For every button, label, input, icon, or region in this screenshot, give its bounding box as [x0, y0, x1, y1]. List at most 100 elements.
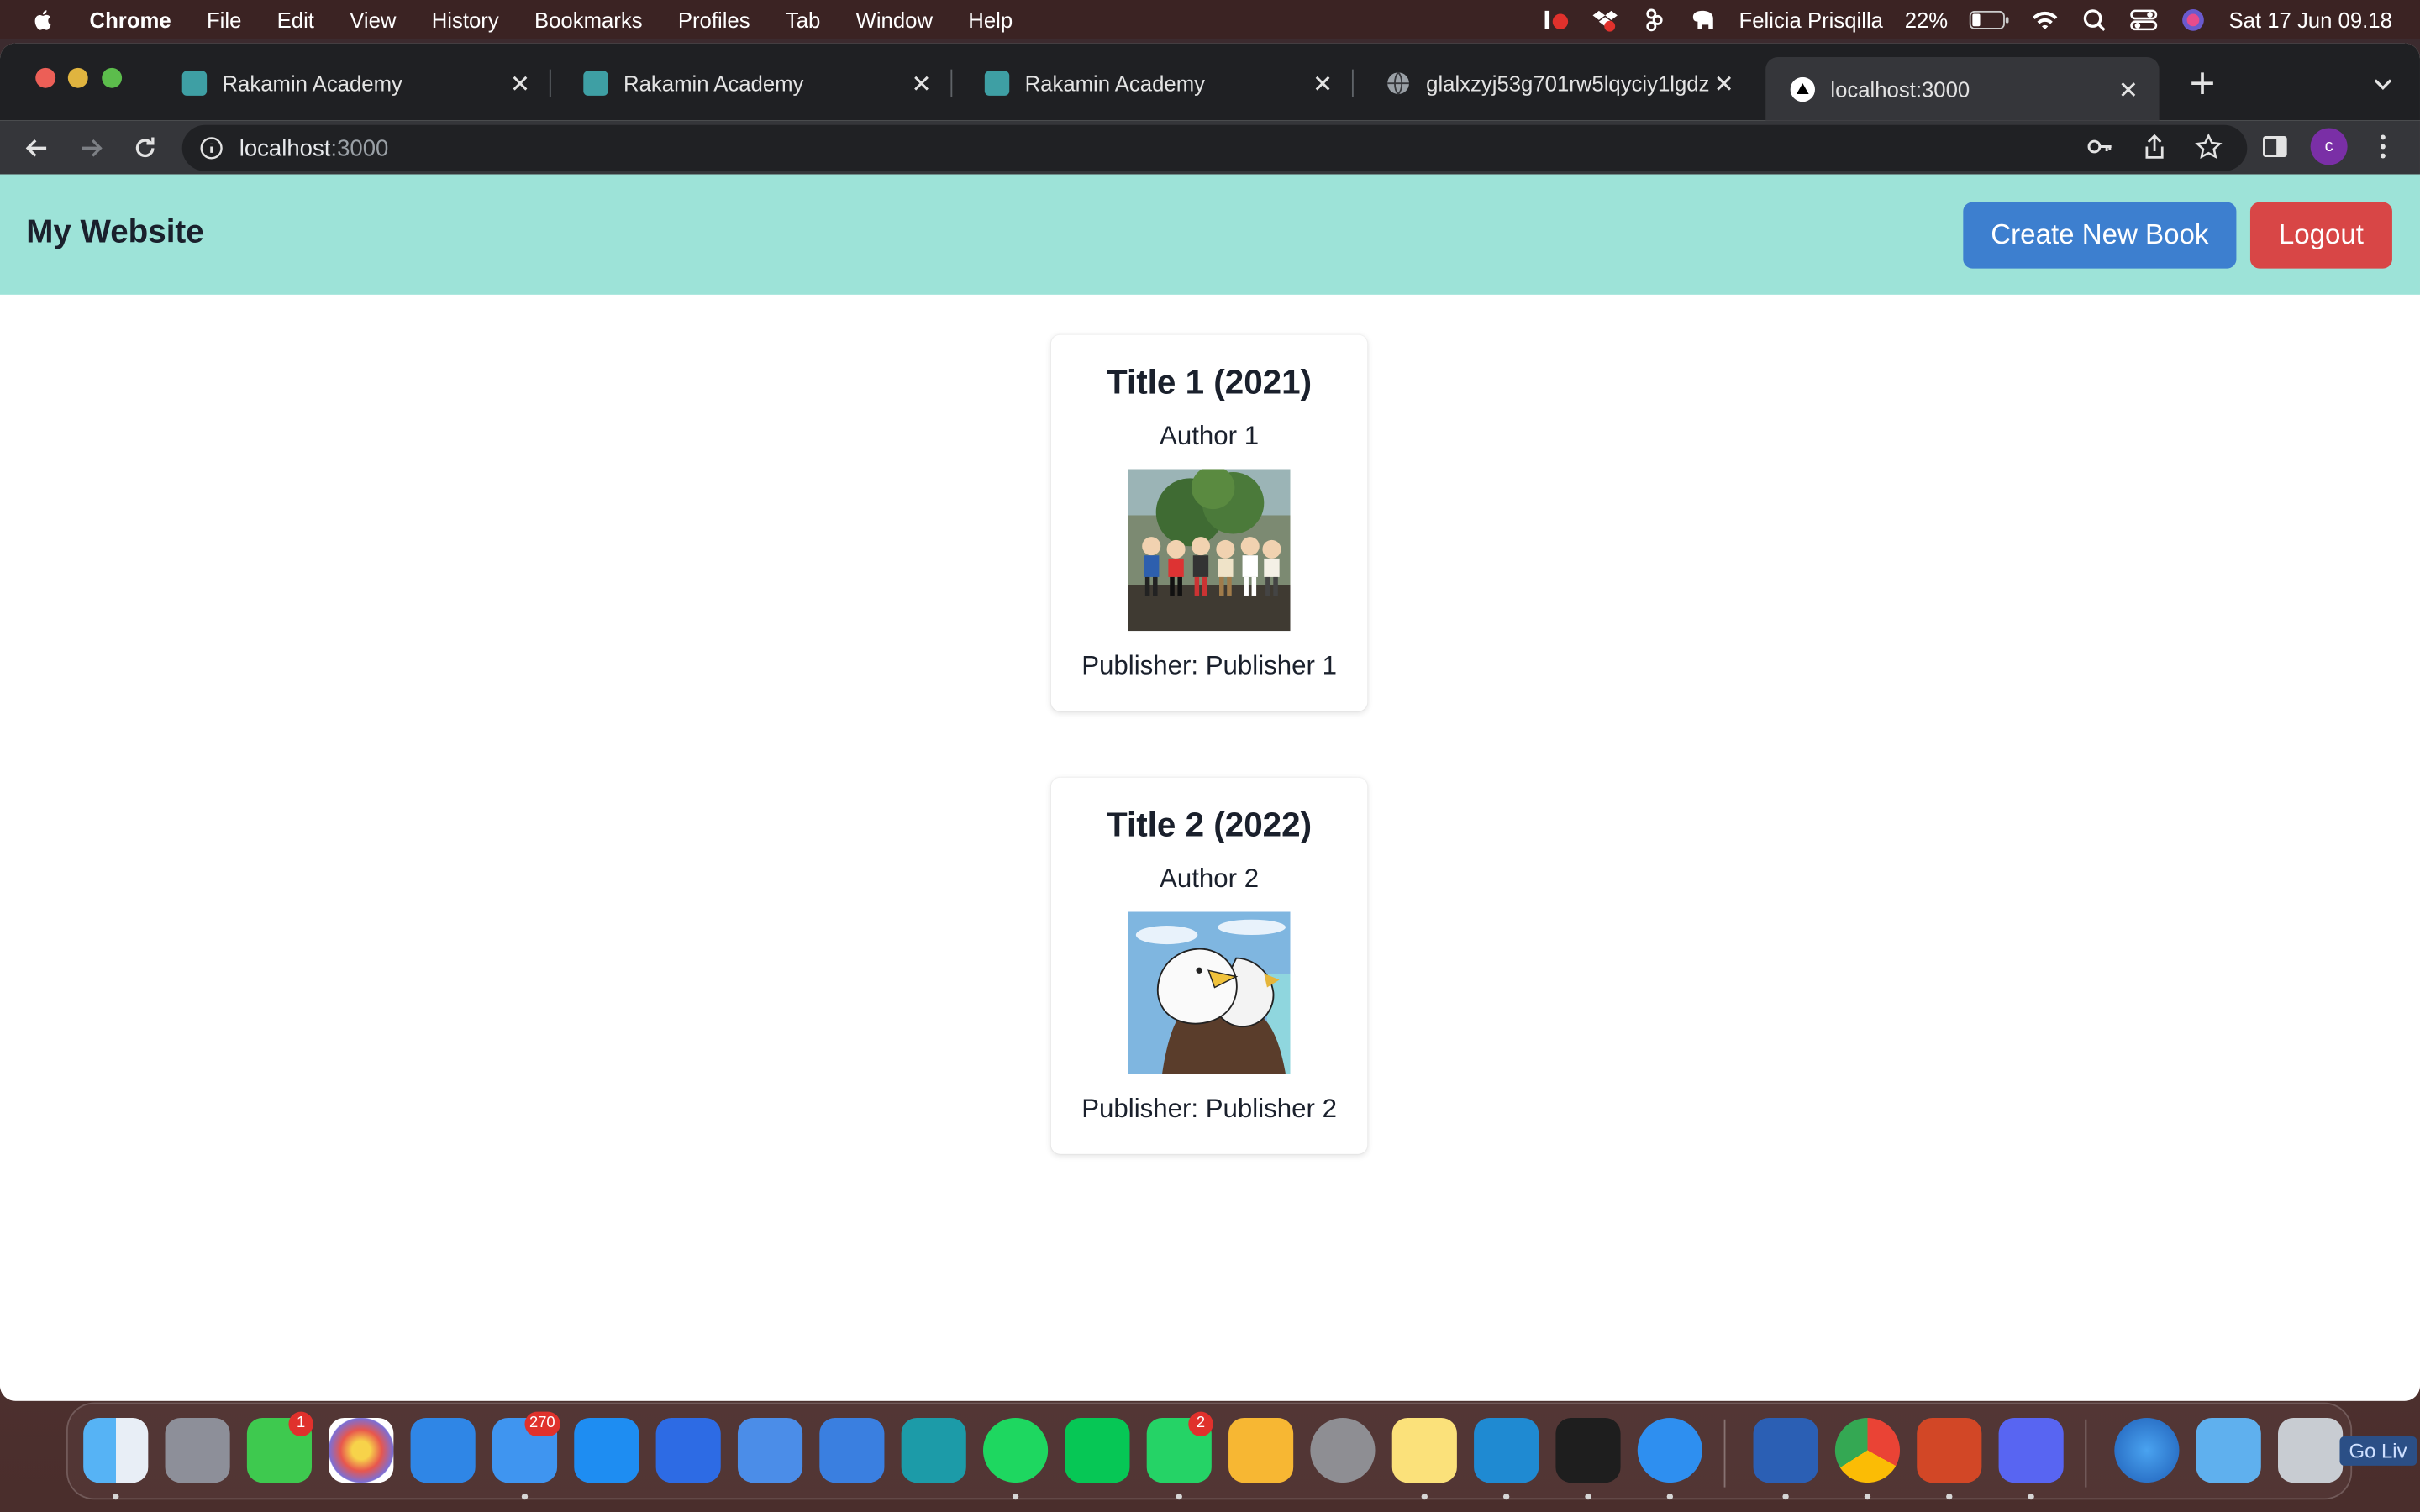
dropbox-icon[interactable] [1591, 7, 1618, 31]
wifi-icon[interactable] [2031, 7, 2059, 31]
chrome-icon[interactable] [1834, 1417, 1901, 1483]
group-illustration [1128, 469, 1291, 632]
dock-separator [2085, 1419, 2087, 1488]
close-tab-icon[interactable] [1310, 71, 1334, 95]
close-tab-icon[interactable] [1712, 71, 1736, 95]
system-settings-icon[interactable] [1310, 1417, 1376, 1483]
running-indicator [1946, 1493, 1953, 1500]
menu-bookmarks[interactable]: Bookmarks [534, 7, 643, 31]
line-icon[interactable] [1065, 1417, 1130, 1483]
browser-window: Rakamin Academy Rakamin Academy Rakamin … [0, 43, 2420, 1401]
address-text[interactable]: localhost:3000 [239, 135, 389, 161]
menubar-datetime[interactable]: Sat 17 Jun 09.18 [2228, 7, 2391, 31]
figma-menubar-icon[interactable] [1640, 7, 1668, 31]
screen-recorder-icon[interactable] [1541, 7, 1569, 31]
tab-label: Rakamin Academy [222, 71, 402, 96]
simulator-icon[interactable] [819, 1417, 885, 1483]
downloads-folder-icon[interactable] [2196, 1417, 2261, 1483]
photos-icon[interactable] [329, 1417, 394, 1483]
xcode-icon[interactable] [737, 1417, 803, 1483]
side-panel-icon[interactable] [2261, 133, 2289, 160]
tab-separator [950, 69, 953, 97]
reload-icon[interactable] [129, 133, 160, 164]
menubar-user-name[interactable]: Felicia Prisqilla [1739, 7, 1883, 31]
browser-tab[interactable]: Rakamin Academy [960, 57, 1354, 109]
menu-help[interactable]: Help [968, 7, 1013, 31]
more-menu-icon[interactable] [2369, 133, 2396, 160]
menu-view[interactable]: View [350, 7, 396, 31]
vscode-icon[interactable] [1474, 1417, 1539, 1483]
key-icon[interactable] [2086, 133, 2114, 160]
profile-avatar[interactable]: c [2310, 128, 2348, 165]
menu-tab[interactable]: Tab [786, 7, 820, 31]
app-store-icon[interactable] [574, 1417, 639, 1483]
menu-profiles[interactable]: Profiles [678, 7, 750, 31]
create-new-book-button[interactable]: Create New Book [1963, 202, 2237, 269]
browser-tab[interactable]: glalxzyj53g701rw5lqyciy1lgdz [1361, 57, 1754, 109]
forward-arrow-icon[interactable] [76, 133, 107, 164]
book-cover-image [1128, 911, 1291, 1074]
browser-tab-active[interactable]: localhost:3000 [1765, 56, 2160, 121]
notes-icon[interactable] [1392, 1417, 1457, 1483]
siri-icon[interactable] [2180, 7, 2207, 31]
keynote-icon[interactable] [410, 1417, 476, 1483]
book-title: Title 1 (2021) [1107, 362, 1313, 402]
figma-icon[interactable] [1555, 1417, 1621, 1483]
menu-file[interactable]: File [207, 7, 241, 31]
site-brand[interactable]: My Website [26, 214, 204, 251]
tab-label: Rakamin Academy [623, 71, 804, 96]
zoom-window-button[interactable] [102, 67, 123, 88]
safari-icon[interactable] [1637, 1417, 1702, 1483]
site-info-icon[interactable] [199, 136, 224, 160]
tab-label: localhost:3000 [1830, 76, 1970, 102]
zoom-icon[interactable] [655, 1417, 721, 1483]
word-icon[interactable] [1753, 1417, 1818, 1483]
chevron-down-icon[interactable] [2370, 71, 2395, 95]
close-tab-icon[interactable] [909, 71, 934, 95]
control-center-icon[interactable] [2130, 7, 2158, 31]
rakamin-icon [182, 71, 208, 96]
share-icon[interactable] [2141, 133, 2169, 160]
elephant-icon[interactable] [1690, 7, 1718, 31]
close-tab-icon[interactable] [508, 71, 532, 95]
book-author: Author 1 [1160, 421, 1260, 451]
trash-icon[interactable] [2278, 1417, 2344, 1483]
powerpoint-icon[interactable] [1917, 1417, 1982, 1483]
browser-tab[interactable]: Rakamin Academy [559, 57, 953, 109]
discord-icon[interactable] [1998, 1417, 2064, 1483]
finder-icon[interactable] [83, 1417, 149, 1483]
browser-toolbar: localhost:3000 c [0, 120, 2420, 175]
bookmark-star-icon[interactable] [2195, 133, 2223, 160]
apple-icon[interactable] [31, 7, 55, 31]
address-bar[interactable]: localhost:3000 [182, 124, 2248, 171]
globe-icon [1387, 71, 1409, 95]
launchpad-icon[interactable] [165, 1417, 230, 1483]
mindnode-icon[interactable] [901, 1417, 966, 1483]
browser-tab[interactable]: Rakamin Academy [157, 57, 551, 109]
tab-separator [1351, 69, 1354, 97]
back-arrow-icon[interactable] [22, 133, 53, 164]
macos-menubar: Chrome File Edit View History Bookmarks … [0, 0, 2420, 39]
menu-app-name[interactable]: Chrome [90, 7, 171, 31]
menu-window[interactable]: Window [856, 7, 933, 31]
book-card[interactable]: Title 2 (2022) Author 2 Publisher: Publi… [1050, 777, 1368, 1154]
close-tab-icon[interactable] [2116, 76, 2140, 101]
menu-edit[interactable]: Edit [277, 7, 314, 31]
logout-button[interactable]: Logout [2249, 202, 2392, 269]
sketch-icon[interactable] [1228, 1417, 1294, 1483]
tab-label: Rakamin Academy [1024, 71, 1205, 96]
mail-badge: 270 [524, 1411, 560, 1436]
book-publisher: Publisher: Publisher 2 [1081, 1094, 1337, 1124]
running-indicator [521, 1493, 529, 1500]
minimize-window-button[interactable] [67, 67, 88, 88]
spotify-icon[interactable] [982, 1417, 1049, 1483]
book-card[interactable]: Title 1 (2021) Author 1 Publisher: Publi… [1050, 334, 1368, 711]
battery-icon[interactable] [1969, 9, 2010, 29]
close-window-button[interactable] [35, 67, 56, 88]
new-tab-icon[interactable] [2187, 68, 2218, 99]
running-indicator [1585, 1493, 1591, 1500]
menu-history[interactable]: History [432, 7, 499, 31]
network-globe-icon[interactable] [2114, 1417, 2180, 1483]
spotlight-search-icon[interactable] [2081, 7, 2108, 31]
go-live-button[interactable]: Go Liv [2339, 1436, 2417, 1466]
